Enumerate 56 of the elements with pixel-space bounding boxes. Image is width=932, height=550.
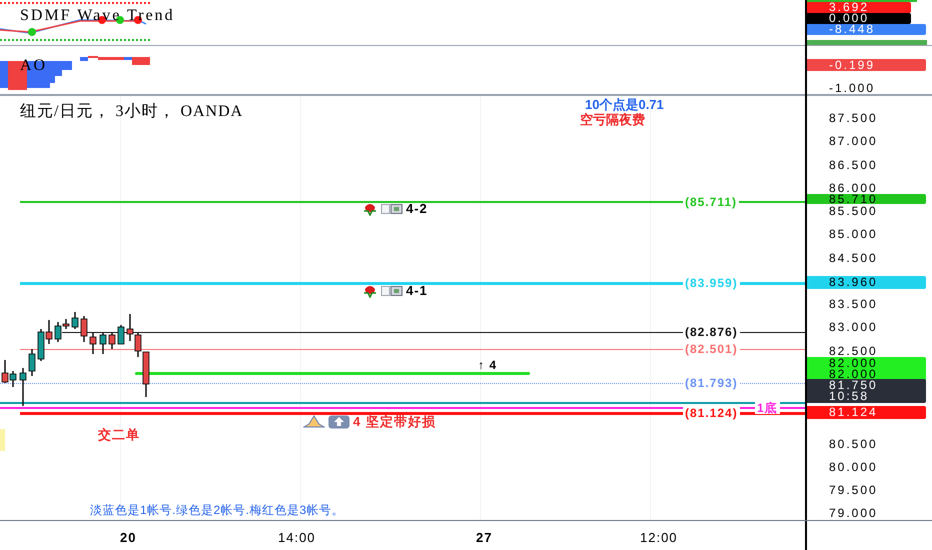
line-label: 1底 bbox=[755, 402, 780, 414]
candlestick bbox=[28, 349, 36, 376]
price-tag: 81.124 bbox=[807, 406, 926, 419]
chart-note: 交二单 bbox=[98, 426, 140, 444]
axis-value-tag: -8.448 bbox=[807, 24, 926, 35]
frame-icon bbox=[381, 204, 403, 214]
candlestick bbox=[90, 333, 96, 354]
rose-icon bbox=[362, 284, 378, 298]
axis-tick-label: 83.000 bbox=[829, 321, 878, 334]
axis-tick-label: 79.000 bbox=[829, 507, 878, 520]
price-tag: 81.750 10:58 bbox=[807, 379, 926, 403]
axis-tick-label: 79.500 bbox=[829, 484, 878, 496]
time-axis-label: 20 bbox=[120, 531, 136, 544]
candlestick bbox=[80, 316, 88, 342]
axis-tick-label: 82.500 bbox=[829, 344, 878, 356]
axis-value-tag: 3.692 bbox=[807, 2, 911, 13]
line-label: (82.876) bbox=[683, 326, 740, 338]
price-tag: 85.710 bbox=[807, 194, 926, 204]
line-label: (85.711) bbox=[683, 196, 740, 208]
chart-note: 4-2 bbox=[406, 200, 428, 218]
legend-text: 淡蓝色是1帐号.绿色是2帐号.梅红色是3帐号。 bbox=[90, 504, 344, 516]
line-label: (83.959) bbox=[683, 277, 740, 289]
candlestick bbox=[72, 312, 78, 329]
rose-icon bbox=[362, 202, 378, 216]
axis-tick-label: 80.500 bbox=[829, 438, 878, 450]
highlight-mark bbox=[0, 429, 5, 451]
candlestick bbox=[100, 332, 106, 354]
axis-tick-label: 85.000 bbox=[829, 228, 878, 240]
axis-tick-label: 87.000 bbox=[829, 135, 878, 148]
time-axis-label: 27 bbox=[476, 531, 492, 544]
candlestick bbox=[108, 333, 116, 349]
info-note: 10个点是0.71 bbox=[585, 97, 664, 112]
frame-icon bbox=[381, 286, 403, 296]
axis-tick-label: 86.500 bbox=[829, 158, 878, 170]
line-label: ↑ 4 bbox=[478, 359, 498, 371]
time-axis-label: 12:00 bbox=[640, 531, 678, 544]
axis-tick-label: 83.500 bbox=[829, 298, 878, 310]
chart-title: 纽元/日元， 3小时， OANDA bbox=[20, 102, 244, 122]
info-note: 空亏隔夜费 bbox=[580, 112, 645, 127]
axis-value-tag: -0.199 bbox=[807, 59, 926, 71]
line-label: (82.501) bbox=[683, 343, 740, 355]
chart-note: 4-1 bbox=[406, 282, 428, 300]
axis-tick-label: -1.000 bbox=[829, 82, 876, 94]
axis-value-tag: 0.000 bbox=[807, 13, 911, 24]
price-tag: 83.960 bbox=[807, 276, 926, 289]
axis-tick-label: 85.500 bbox=[829, 205, 878, 217]
axis-tick-label: 84.500 bbox=[829, 252, 878, 264]
time-axis-label: 14:00 bbox=[278, 531, 316, 544]
chart-note: 4 坚定带好损 bbox=[353, 413, 436, 431]
axis-tick-label: 86.000 bbox=[829, 182, 878, 194]
line-label: (81.124) bbox=[683, 407, 740, 419]
axis-tick-label: 87.500 bbox=[829, 112, 878, 124]
candlestick bbox=[118, 325, 124, 344]
axis-tick-label: 80.000 bbox=[829, 460, 878, 473]
candlestick bbox=[20, 368, 26, 406]
line-label: (81.793) bbox=[683, 377, 740, 389]
